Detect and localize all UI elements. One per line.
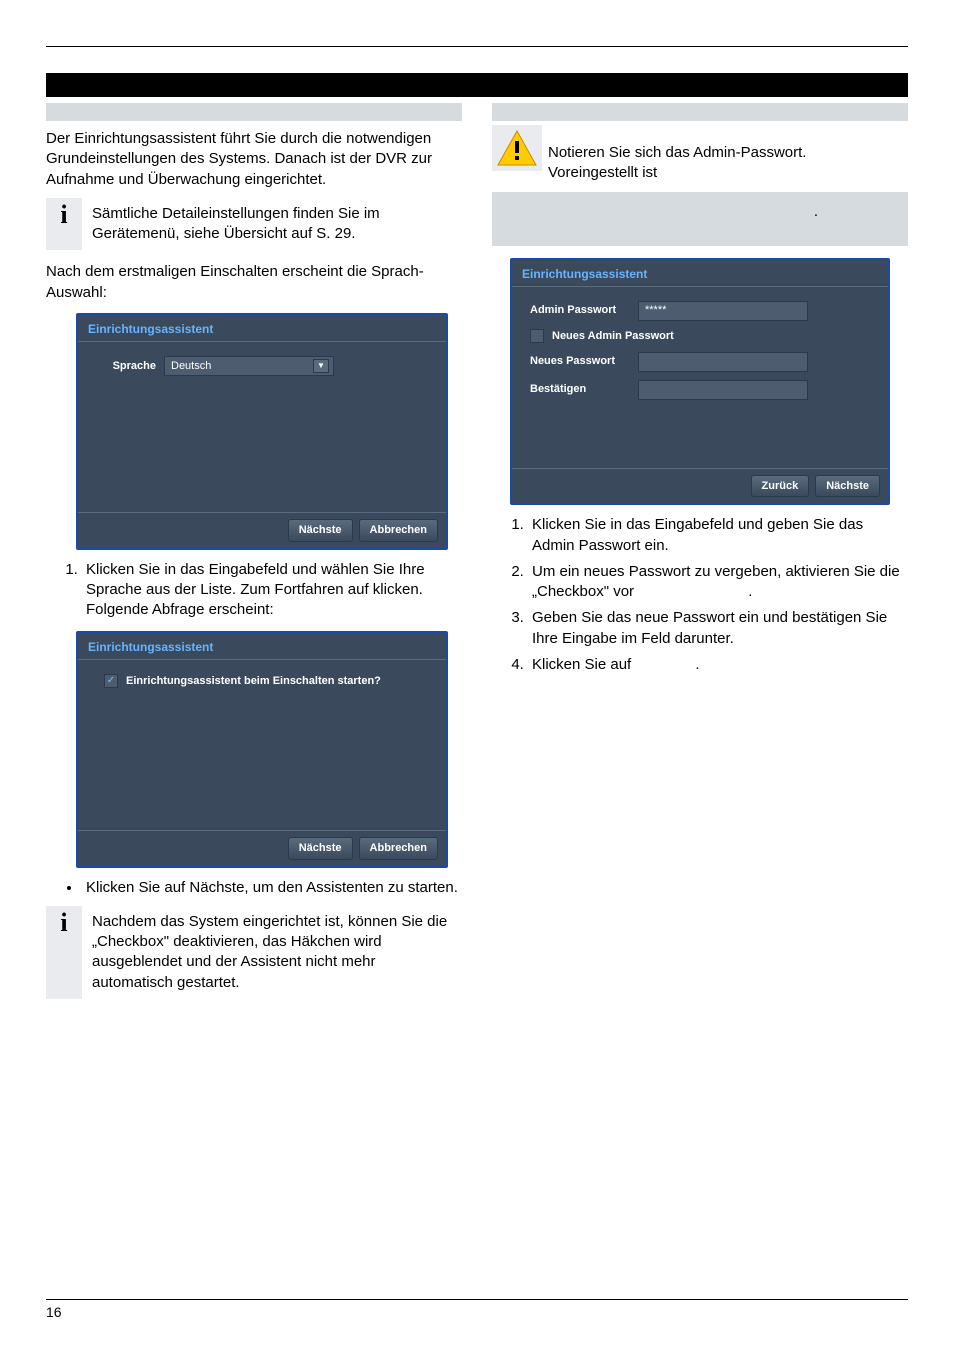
top-rule	[46, 46, 908, 47]
intro-text: Der Einrichtungsassistent führt Sie durc…	[46, 129, 462, 190]
info-icon: i	[60, 202, 67, 228]
info-box-1: i Sämtliche Detaileinstellungen finden S…	[46, 198, 462, 251]
page-number: 16	[46, 1304, 62, 1320]
confirm-password-label: Bestätigen	[530, 382, 630, 397]
info-icon-cell: i	[46, 198, 82, 251]
warn-line1: Notieren Sie sich das Admin-Passwort.	[548, 144, 806, 161]
ss3-title: Einrichtungsassistent	[512, 260, 888, 287]
admin-password-input[interactable]: *****	[638, 301, 808, 321]
grey-strip-right	[492, 103, 908, 121]
section-blackbar	[46, 73, 908, 97]
next-button[interactable]: Nächste	[288, 519, 353, 542]
info-text-1: Sämtliche Detaileinstellungen finden Sie…	[82, 198, 462, 251]
info-icon: i	[60, 910, 67, 936]
info-icon-cell: i	[46, 906, 82, 999]
ss2-title: Einrichtungsassistent	[78, 633, 446, 660]
cancel-button[interactable]: Abbrechen	[359, 519, 438, 542]
password-dot: .	[814, 203, 818, 220]
language-select[interactable]: Deutsch ▼	[164, 356, 334, 376]
back-button[interactable]: Zurück	[751, 475, 810, 498]
password-grey-block: .	[492, 192, 908, 246]
chevron-down-icon[interactable]: ▼	[313, 359, 329, 373]
warn-line2: Voreingestellt ist	[548, 164, 657, 181]
screenshot-start-wizard: Einrichtungsassistent ✓ Einrichtungsassi…	[76, 631, 448, 868]
warning-icon	[496, 129, 538, 167]
new-password-label: Neues Passwort	[530, 354, 630, 369]
new-admin-password-label: Neues Admin Passwort	[552, 329, 674, 344]
info-box-2: i Nachdem das System eingerichtet ist, k…	[46, 906, 462, 999]
start-wizard-checkbox[interactable]: ✓	[104, 674, 118, 688]
left-bullet-1: Klicken Sie auf Nächste, um den Assisten…	[82, 878, 462, 898]
right-column: Notieren Sie sich das Admin-Passwort. Vo…	[492, 103, 908, 1011]
ss1-title: Einrichtungsassistent	[78, 315, 446, 342]
language-value: Deutsch	[171, 359, 211, 374]
right-step-3: Geben Sie das neue Passwort ein und best…	[528, 608, 908, 649]
page-footer: 16	[46, 1299, 908, 1320]
right-steps: Klicken Sie in das Eingabefeld und geben…	[492, 515, 908, 675]
admin-password-label: Admin Passwort	[530, 303, 630, 318]
two-column-layout: Der Einrichtungsassistent führt Sie durc…	[46, 103, 908, 1011]
right-step-4: Klicken Sie auf .	[528, 655, 908, 675]
info-text-2: Nachdem das System eingerichtet ist, kön…	[82, 906, 462, 999]
screenshot-language: Einrichtungsassistent Sprache Deutsch ▼ …	[76, 313, 448, 550]
warning-row: Notieren Sie sich das Admin-Passwort. Vo…	[492, 125, 908, 184]
right-step-2: Um ein neues Passwort zu vergeben, aktiv…	[528, 562, 908, 603]
ss2-checklabel: Einrichtungsassistent beim Einschalten s…	[126, 674, 381, 689]
ss1-label: Sprache	[96, 359, 156, 374]
new-password-input[interactable]	[638, 352, 808, 372]
left-bullets: Klicken Sie auf Nächste, um den Assisten…	[46, 878, 462, 898]
new-admin-password-checkbox[interactable]	[530, 329, 544, 343]
next-button[interactable]: Nächste	[815, 475, 880, 498]
right-step-4a: Klicken Sie auf	[532, 656, 631, 673]
right-step-2b: .	[748, 583, 752, 600]
left-steps-1: Klicken Sie in das Eingabefeld und wähle…	[46, 560, 462, 621]
right-step-4b: .	[695, 656, 699, 673]
left-step-1: Klicken Sie in das Eingabefeld und wähle…	[82, 560, 462, 621]
warning-icon-wrap	[492, 125, 542, 171]
next-button[interactable]: Nächste	[288, 837, 353, 860]
confirm-password-input[interactable]	[638, 380, 808, 400]
screenshot-password: Einrichtungsassistent Admin Passwort ***…	[510, 258, 890, 506]
right-step-2a: Um ein neues Passwort zu vergeben, aktiv…	[532, 563, 900, 600]
grey-strip-left	[46, 103, 462, 121]
left-column: Der Einrichtungsassistent führt Sie durc…	[46, 103, 462, 1011]
cancel-button[interactable]: Abbrechen	[359, 837, 438, 860]
right-step-1: Klicken Sie in das Eingabefeld und geben…	[528, 515, 908, 556]
after-info-text: Nach dem erstmaligen Einschalten erschei…	[46, 262, 462, 303]
